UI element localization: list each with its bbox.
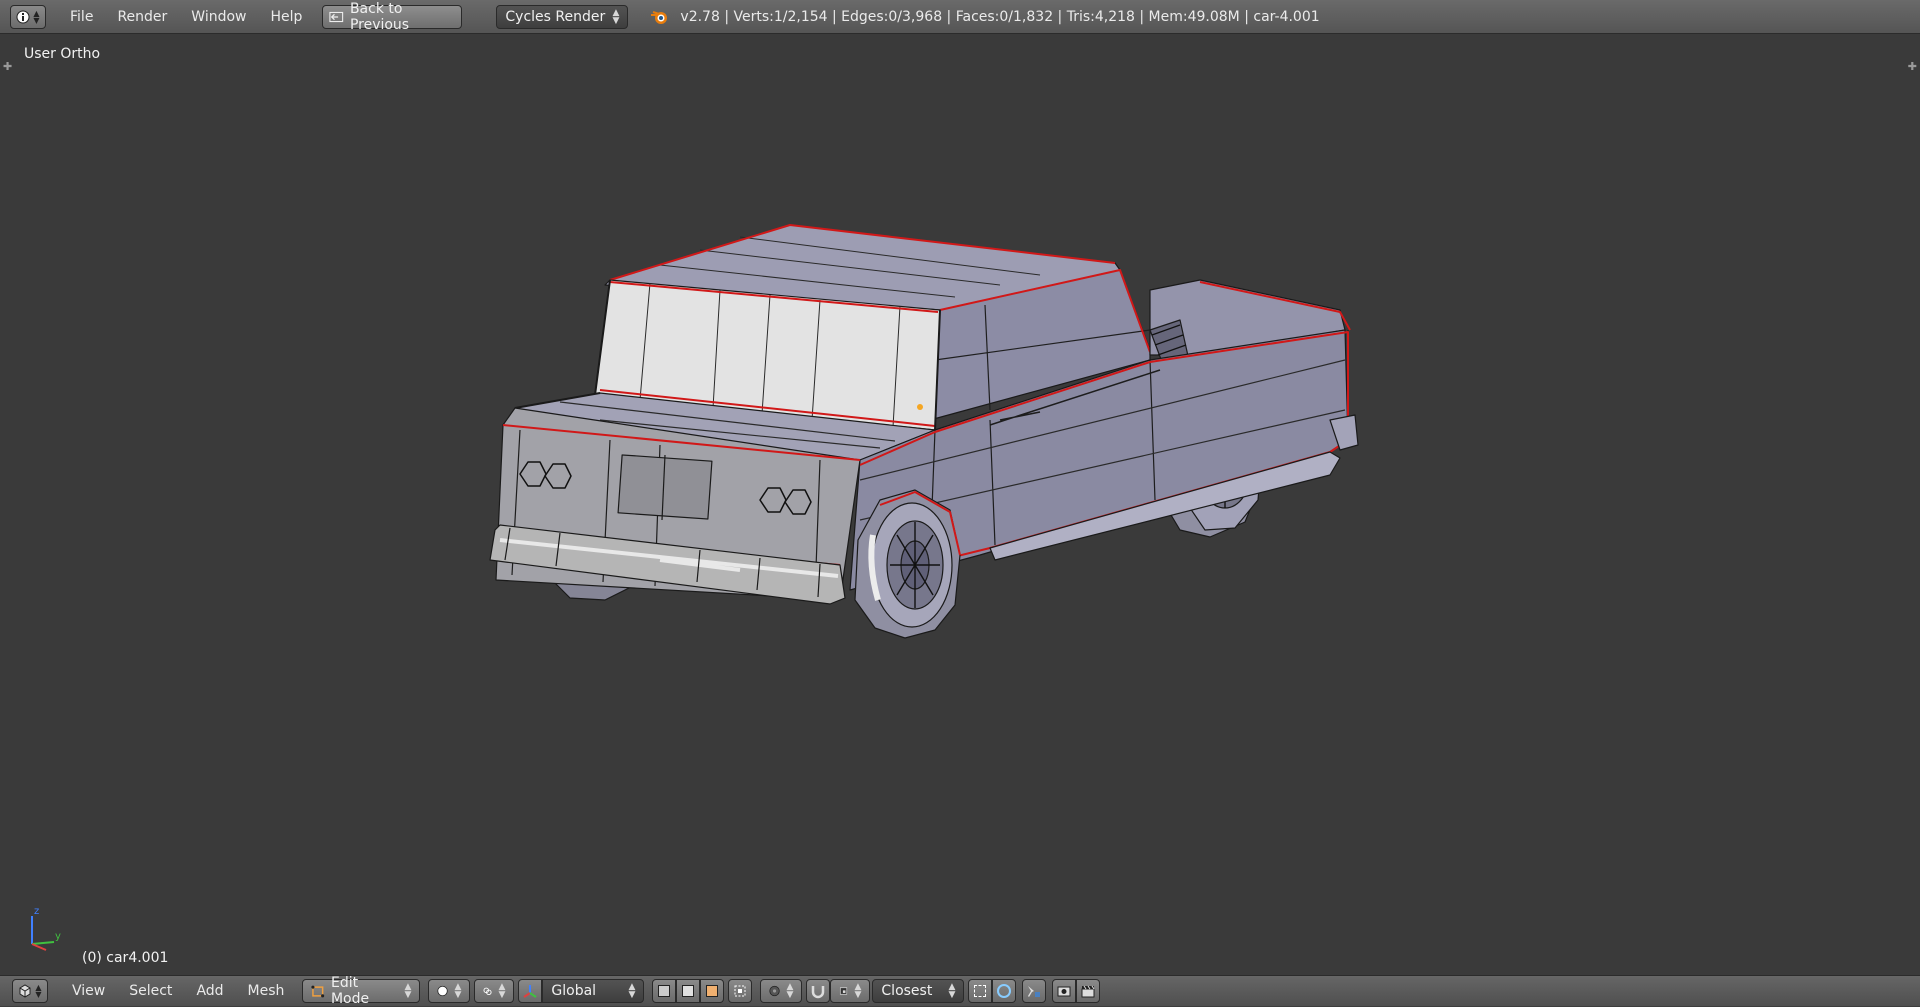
updown-icon: ▲ ▼ xyxy=(854,982,862,1000)
snap-element-dropdown[interactable]: ▲ ▼ xyxy=(830,979,871,1003)
menu-mesh[interactable]: Mesh xyxy=(236,983,297,999)
back-icon xyxy=(329,11,344,22)
transform-orientation-value: Global xyxy=(551,983,597,999)
axis-z-label: z xyxy=(34,906,39,917)
viewport-shading-dropdown[interactable]: ▲ ▼ xyxy=(428,979,471,1003)
axis-y-label: y xyxy=(55,931,61,942)
proportional-editing-icon xyxy=(769,985,781,997)
back-to-previous-label: Back to Previous xyxy=(349,0,410,33)
3d-view-header: ▲ ▼ View Select Add Mesh Edit Mode ▲ ▼ ▲ ▼ … xyxy=(0,975,1920,1007)
snap-target-dropdown[interactable]: Closest ▲ ▼ xyxy=(872,979,965,1003)
edge-select-button[interactable] xyxy=(676,979,701,1003)
transform-orientation-dropdown[interactable]: Global ▲ ▼ xyxy=(542,979,645,1003)
snap-project-icon xyxy=(997,984,1012,998)
edge-select-icon xyxy=(682,985,695,997)
active-object-label: (0) car4.001 xyxy=(82,950,169,966)
editor-type-button[interactable]: ▲ ▼ xyxy=(10,4,46,29)
mode-value: Edit Mode xyxy=(330,975,370,1007)
opengl-render-image-button[interactable] xyxy=(1022,979,1047,1003)
updown-icon: ▲ ▼ xyxy=(786,982,794,1000)
axis-gizmo-icon: z y xyxy=(31,906,61,951)
snap-increment-icon xyxy=(840,987,848,995)
render-image-button[interactable] xyxy=(1052,979,1077,1003)
snap-target-value: Closest xyxy=(881,983,933,999)
manipulator-toggle[interactable] xyxy=(518,979,543,1003)
solid-shading-icon xyxy=(437,985,449,997)
render-engine-value: Cycles Render xyxy=(505,8,606,25)
proportional-editing-dropdown[interactable]: ▲ ▼ xyxy=(760,979,803,1003)
camera-icon xyxy=(1057,986,1071,997)
editor-type-button[interactable]: ▲ ▼ xyxy=(12,979,48,1003)
edit-mode-icon xyxy=(311,985,325,998)
menu-window[interactable]: Window xyxy=(179,9,258,25)
vertex-select-icon xyxy=(658,985,671,997)
3d-view-icon xyxy=(19,984,31,998)
info-header: ▲ ▼ File Render Window Help Back to Previ… xyxy=(0,0,1920,34)
mode-dropdown[interactable]: Edit Mode ▲ ▼ xyxy=(302,975,421,1007)
car-mesh[interactable] xyxy=(0,34,1920,975)
selected-vertex xyxy=(917,404,923,410)
updown-icon: ▲ ▼ xyxy=(612,7,620,26)
render-animation-button[interactable] xyxy=(1076,979,1101,1003)
menu-select[interactable]: Select xyxy=(117,983,184,999)
updown-icon: ▲ ▼ xyxy=(33,8,40,25)
updown-icon: ▲ ▼ xyxy=(498,982,506,1000)
vertex-select-button[interactable] xyxy=(652,979,677,1003)
render-still-icon xyxy=(1028,986,1041,997)
menu-view[interactable]: View xyxy=(60,983,117,999)
updown-icon: ▲ ▼ xyxy=(35,983,42,999)
snap-toggle[interactable] xyxy=(806,979,831,1003)
snap-align-rotation-button[interactable] xyxy=(968,979,993,1003)
updown-icon: ▲ ▼ xyxy=(404,982,412,1000)
manipulator-icon xyxy=(523,985,537,998)
clapperboard-icon xyxy=(1081,985,1095,998)
menu-render[interactable]: Render xyxy=(105,9,179,25)
limit-selection-toggle[interactable] xyxy=(728,979,753,1003)
3d-viewport[interactable]: User Ortho ✚ ✚ z y (0) car4.001 xyxy=(0,34,1920,975)
menu-add[interactable]: Add xyxy=(184,983,235,999)
face-select-button[interactable] xyxy=(700,979,725,1003)
menu-help[interactable]: Help xyxy=(258,9,314,25)
updown-icon: ▲ ▼ xyxy=(628,982,636,1000)
render-engine-dropdown[interactable]: Cycles Render ▲ ▼ xyxy=(496,4,629,29)
updown-icon: ▲ ▼ xyxy=(948,982,956,1000)
blender-logo-icon xyxy=(651,10,668,24)
pivot-icon xyxy=(483,987,492,996)
menu-file[interactable]: File xyxy=(58,9,105,25)
occlude-geometry-icon xyxy=(734,985,746,997)
face-select-icon xyxy=(706,985,719,997)
snap-align-icon xyxy=(974,985,987,997)
snap-project-button[interactable] xyxy=(992,979,1017,1003)
scene-stats: v2.78 | Verts:1/2,154 | Edges:0/3,968 | … xyxy=(680,8,1320,25)
info-icon xyxy=(16,10,30,23)
pivot-point-dropdown[interactable]: ▲ ▼ xyxy=(474,979,515,1003)
magnet-icon xyxy=(812,986,825,999)
back-to-previous-button[interactable]: Back to Previous xyxy=(322,1,463,33)
updown-icon: ▲ ▼ xyxy=(454,982,462,1000)
